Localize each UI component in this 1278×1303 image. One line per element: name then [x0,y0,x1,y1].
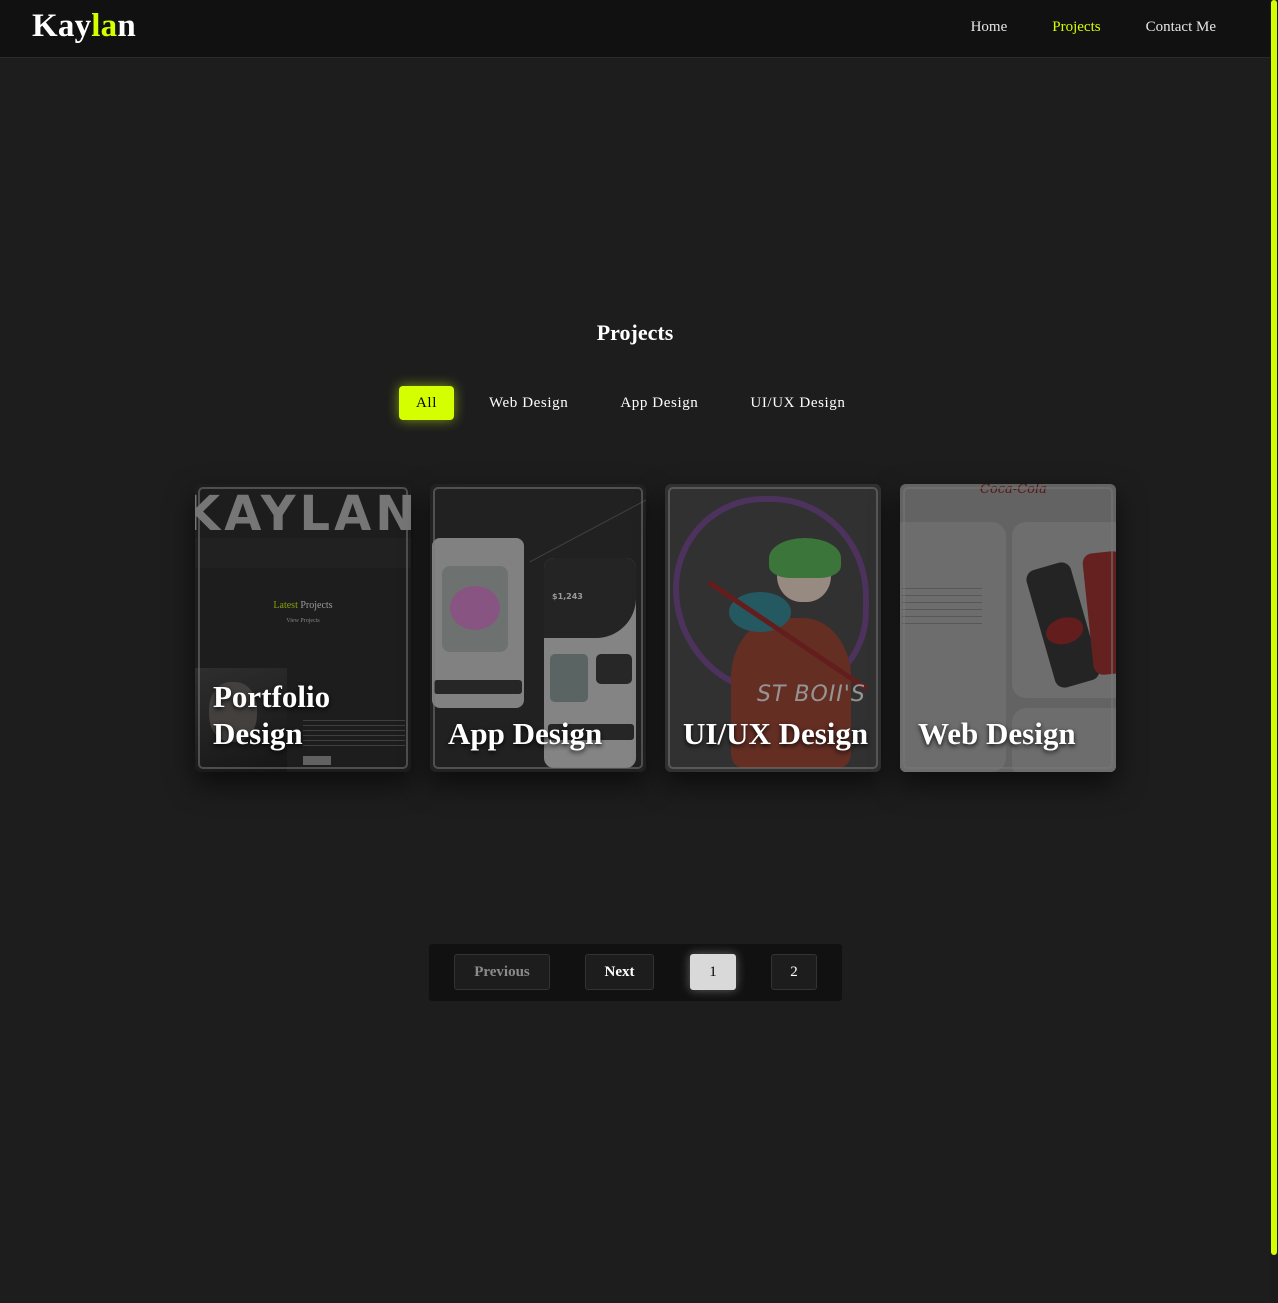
page-button-1[interactable]: 1 [690,954,736,990]
project-cards: KAYLAN Latest Projects View Projects Por… [195,484,1116,772]
logo-part-highlight: la [91,8,118,44]
preview-banner-text: KAYLAN [195,486,411,542]
card-title: App Design [448,716,603,751]
nav-link-contact[interactable]: Contact Me [1146,19,1216,36]
section-title: Projects [596,320,674,345]
logo-part-1: Kay [32,8,92,44]
preview-heading-highlight: Latest [273,600,298,611]
preview-can-label [1042,613,1087,649]
main-nav: Home Projects Contact Me [971,19,1216,36]
project-card-web[interactable]: Coca-Cola Web Design [900,484,1116,772]
preview-brand-logo: Coca-Cola [980,484,1047,497]
project-card-portfolio[interactable]: KAYLAN Latest Projects View Projects Por… [195,484,411,772]
illustration-tag: ST BOII'S [757,682,866,707]
filter-uiux-design[interactable]: UI/UX Design [733,386,862,420]
card-title: Web Design [918,716,1076,751]
preview-heading-rest: Projects [297,600,333,611]
preview-text-lines [902,588,982,628]
preview-diagonal-line [529,486,646,563]
top-navbar: Kaylan Home Projects Contact Me [0,0,1278,58]
preview-link: View Projects [286,618,320,624]
filter-all[interactable]: All [399,386,454,420]
project-card-uiux[interactable]: ST BOII'S UI/UX Design [665,484,881,772]
page-button-2[interactable]: 2 [771,954,817,990]
nav-link-projects[interactable]: Projects [1052,19,1100,36]
previous-page-button[interactable]: Previous [454,954,550,990]
scrollbar-thumb[interactable] [1271,0,1277,1255]
illustration-hair [769,538,841,578]
filter-app-design[interactable]: App Design [603,386,715,420]
preview-3d-character [450,586,500,630]
illustration-hood [729,592,791,632]
next-page-button[interactable]: Next [585,954,654,990]
scrollbar-track[interactable] [1270,0,1278,1303]
preview-button [303,756,331,765]
preview-asset-tile [550,654,588,702]
logo-part-3: n [117,8,136,44]
logo[interactable]: Kaylan [32,8,136,45]
card-title: UI/UX Design [683,716,869,751]
card-title: Portfolio Design [213,679,331,751]
nav-link-home[interactable]: Home [971,19,1008,36]
preview-strip [195,538,411,568]
preview-asset-tile-dark [596,654,632,684]
project-filters: All Web Design App Design UI/UX Design [399,386,881,420]
preview-heading: Latest Projects [195,600,411,611]
preview-balance: $1,243 [552,592,583,601]
preview-phone-bar [434,680,522,694]
project-card-app[interactable]: $1,243 App Design [430,484,646,772]
filter-web-design[interactable]: Web Design [472,386,585,420]
pagination: Previous Next 1 2 [429,944,842,1001]
